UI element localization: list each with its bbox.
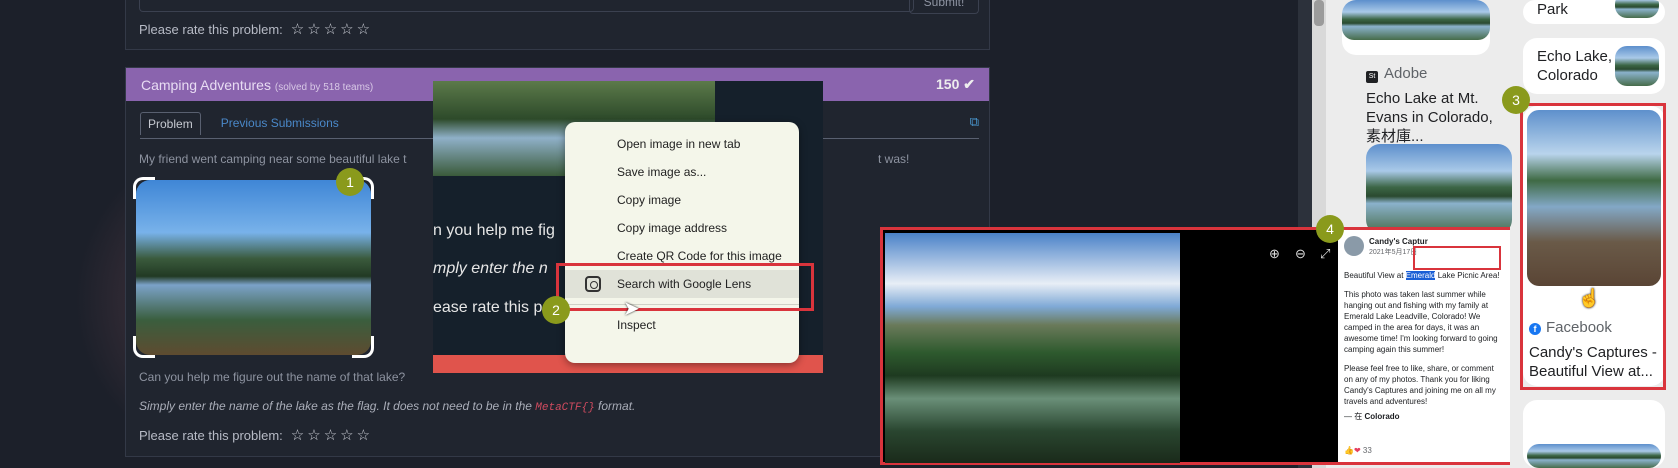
challenge-instruction: Simply enter the name of the lake as the… bbox=[139, 399, 636, 414]
rating-row: Please rate this problem: ☆☆☆☆☆ bbox=[139, 426, 373, 444]
tab-bar: Problem Previous Submissions bbox=[140, 112, 339, 135]
post-lake-image[interactable] bbox=[885, 233, 1180, 463]
challenge-description-end: t was! bbox=[878, 152, 910, 166]
result-thumb bbox=[1366, 144, 1512, 234]
echo-thumb bbox=[1615, 46, 1659, 86]
step-badge-3: 3 bbox=[1502, 86, 1530, 114]
rating-row: Please rate this problem: ☆☆☆☆☆ bbox=[139, 20, 373, 38]
menu-copy-image[interactable]: Copy image bbox=[565, 186, 799, 214]
rate-label: Please rate this problem: bbox=[139, 427, 283, 443]
lens-corner-tl bbox=[133, 177, 155, 199]
result-card-echo[interactable]: Echo Lake, Colorado bbox=[1523, 38, 1665, 94]
result-card-lake[interactable] bbox=[1366, 144, 1512, 234]
park-label: Park bbox=[1537, 1, 1568, 18]
adobe-icon: St bbox=[1366, 71, 1378, 83]
overlay-line-3: ease rate this p bbox=[433, 299, 543, 316]
submit-button[interactable]: Submit! bbox=[909, 0, 979, 14]
scrollbar-thumb[interactable] bbox=[1314, 0, 1324, 26]
rate-label: Please rate this problem: bbox=[139, 21, 283, 37]
menu-inspect[interactable]: Inspect bbox=[565, 311, 799, 339]
overlay-line-2: mply enter the n bbox=[433, 260, 548, 277]
highlight-facebook-result bbox=[1520, 103, 1666, 390]
external-link-icon[interactable]: ⧉ bbox=[970, 114, 979, 130]
points: 150 ✔ bbox=[936, 76, 975, 92]
check-circle-icon: ✔ bbox=[963, 76, 975, 92]
menu-open-image[interactable]: Open image in new tab bbox=[565, 130, 799, 158]
challenge-description: My friend went camping near some beautif… bbox=[139, 152, 407, 166]
lake-photo[interactable] bbox=[136, 180, 371, 355]
post-reactions[interactable]: 👍❤ 33 bbox=[1344, 445, 1372, 456]
post-headline: Beautiful View at Emerald Lake Picnic Ar… bbox=[1344, 271, 1500, 280]
result-thumb bbox=[1342, 0, 1490, 40]
highlight-emerald-box bbox=[1413, 246, 1501, 270]
challenge-title: Camping Adventures bbox=[141, 77, 271, 93]
cursor-arrow-icon: ➤ bbox=[623, 298, 640, 320]
highlight-lens-box bbox=[556, 263, 814, 311]
challenge-question: Can you help me figure out the name of t… bbox=[139, 370, 406, 384]
tab-previous-submissions[interactable]: Previous Submissions bbox=[221, 112, 339, 135]
lens-corner-bl bbox=[133, 336, 155, 358]
author-avatar bbox=[1344, 236, 1364, 256]
previous-challenge-panel: Submit! Please rate this problem: ☆☆☆☆☆ bbox=[125, 0, 990, 50]
fullscreen-icon[interactable]: ⤢ bbox=[1320, 246, 1330, 262]
step-badge-1: 1 bbox=[336, 168, 364, 196]
zoom-in-icon[interactable]: ⊕ bbox=[1269, 246, 1280, 262]
solved-count: (solved by 518 teams) bbox=[274, 82, 374, 93]
result-card-bottom[interactable] bbox=[1523, 400, 1665, 468]
result-title-adobe[interactable]: Echo Lake at Mt. Evans in Colorado, 素材庫.… bbox=[1366, 89, 1506, 146]
post-body-1: This photo was taken last summer while h… bbox=[1344, 290, 1498, 354]
result-source-adobe: St Adobe bbox=[1366, 65, 1427, 83]
flag-format-code: MetaCTF{} bbox=[535, 402, 595, 414]
flag-input[interactable] bbox=[139, 0, 914, 12]
hand-cursor-icon: ☝ bbox=[1578, 288, 1601, 308]
result-card-park[interactable]: Park bbox=[1523, 0, 1665, 24]
facebook-post-viewer: ⊕ ⊖ ⤢ Candy's Captur 2021年5月17日 Beautifu… bbox=[880, 227, 1510, 465]
step-badge-4: 4 bbox=[1316, 215, 1344, 243]
menu-save-image[interactable]: Save image as... bbox=[565, 158, 799, 186]
context-menu: Open image in new tab Save image as... C… bbox=[565, 122, 799, 363]
post-body-2: Please feel free to like, share, or comm… bbox=[1344, 364, 1496, 406]
echo-label: Echo Lake, Colorado bbox=[1537, 48, 1613, 84]
star-rating[interactable]: ☆☆☆☆☆ bbox=[291, 426, 373, 444]
post-location: — 在 Colorado bbox=[1344, 412, 1400, 421]
step-badge-2: 2 bbox=[542, 296, 570, 324]
result-thumb bbox=[1527, 444, 1661, 468]
park-thumb bbox=[1615, 0, 1659, 18]
lens-corner-br bbox=[352, 336, 374, 358]
star-rating[interactable]: ☆☆☆☆☆ bbox=[291, 20, 373, 38]
highlighted-emerald: Emerald bbox=[1405, 271, 1436, 280]
zoom-out-icon[interactable]: ⊖ bbox=[1295, 246, 1306, 262]
overlay-line-1: n you help me fig bbox=[433, 222, 555, 239]
menu-copy-image-address[interactable]: Copy image address bbox=[565, 214, 799, 242]
result-card-top[interactable] bbox=[1342, 0, 1490, 55]
tab-problem[interactable]: Problem bbox=[140, 112, 201, 135]
